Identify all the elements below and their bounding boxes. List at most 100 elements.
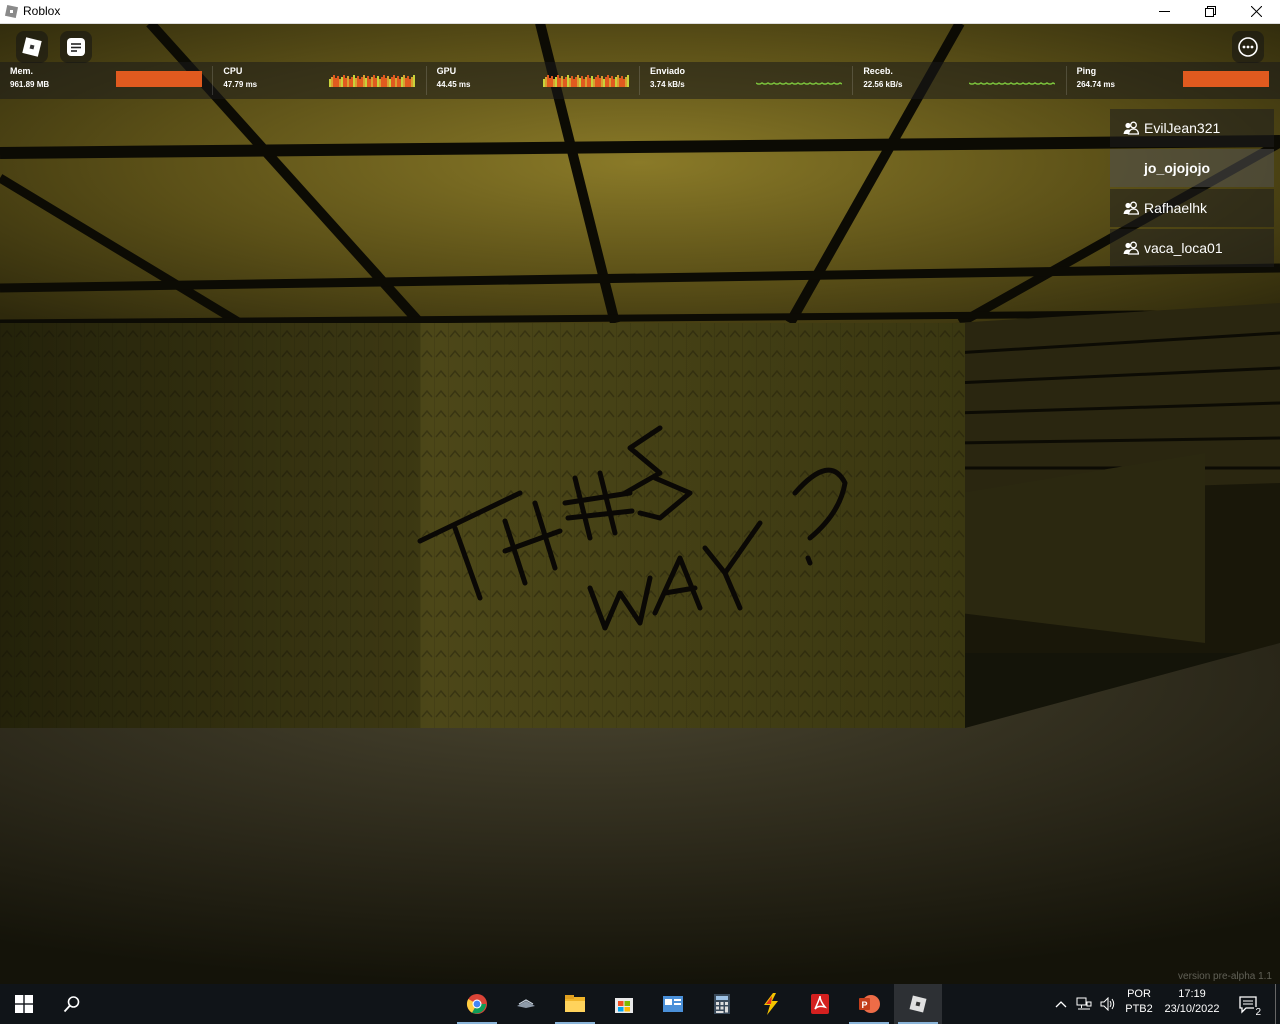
- stat-graph-bar: [375, 78, 378, 87]
- taskbar-app-acrobat[interactable]: [796, 984, 844, 1024]
- stat-graph-bar: [343, 75, 346, 87]
- stat-graph-bar: [373, 75, 376, 87]
- taskbar-app-calculator[interactable]: [698, 984, 746, 1024]
- chat-icon: [67, 38, 85, 56]
- roblox-logo-icon: [22, 37, 42, 57]
- stat-graph-bar: [592, 79, 595, 87]
- stat-value: 44.45 ms: [436, 80, 471, 89]
- stat-graph-bar: [570, 76, 573, 87]
- stat-graph-bar: [544, 77, 547, 87]
- powerpoint-icon: P: [859, 995, 880, 1013]
- stat-graph-bar: [558, 78, 561, 87]
- stat-graph-fill: [116, 71, 202, 87]
- stat-graph-bar: [604, 77, 607, 87]
- chevron-up-icon: [1055, 1001, 1067, 1008]
- clock-date: 23/10/2022: [1164, 1003, 1220, 1015]
- stat-graph-bar: [608, 78, 611, 87]
- stat-graph-bar: [622, 79, 625, 87]
- stat-graph-bar: [385, 78, 388, 87]
- chat-button[interactable]: [60, 31, 92, 63]
- stat-mem: Mem. 961.89 MB: [0, 62, 214, 99]
- stat-graph-fill: [1182, 71, 1269, 87]
- stat-graph: [969, 82, 1056, 85]
- stat-graph-bar: [580, 76, 583, 87]
- player-name: EvilJean321: [1144, 120, 1221, 136]
- stat-graph-bar: [413, 75, 416, 87]
- stat-graph-bar: [389, 79, 392, 87]
- player-row[interactable]: EvilJean321: [1110, 109, 1274, 147]
- taskbar-app-control-panel[interactable]: [649, 984, 697, 1024]
- friend-icon: [1123, 201, 1139, 215]
- taskbar-app-flash[interactable]: [747, 984, 795, 1024]
- taskbar-app-window-manager[interactable]: [502, 984, 550, 1024]
- language-indicator[interactable]: POR PTB2: [1124, 988, 1154, 1015]
- close-button[interactable]: [1233, 0, 1279, 23]
- stat-graph-bar: [347, 76, 350, 87]
- stat-graph-bar: [594, 77, 597, 87]
- stat-graph-bar: [405, 78, 408, 87]
- start-button[interactable]: [0, 984, 48, 1024]
- stat-graph-bar: [574, 77, 577, 87]
- stat-graph-bar: [357, 76, 360, 87]
- taskbar-app-microsoft-store[interactable]: [600, 984, 648, 1024]
- player-icon-placeholder: [1123, 161, 1139, 175]
- friend-icon: [1123, 241, 1139, 255]
- stat-label: GPU: [436, 66, 457, 76]
- search-button[interactable]: [48, 984, 96, 1024]
- stat-graph: [755, 82, 842, 85]
- stat-value: 47.79 ms: [223, 80, 258, 89]
- stat-graph-bar: [606, 75, 609, 87]
- network-button[interactable]: [1076, 996, 1092, 1012]
- stat-graph-bar: [614, 77, 617, 87]
- stat-gpu: GPU 44.45 ms: [427, 62, 640, 99]
- player-row[interactable]: vaca_loca01: [1110, 229, 1274, 267]
- stat-graph-bar: [610, 76, 613, 87]
- stat-value: 22.56 kB/s: [863, 80, 903, 89]
- stat-graph-bar: [564, 77, 567, 87]
- minimize-button[interactable]: [1141, 0, 1187, 23]
- taskbar-app-powerpoint[interactable]: P: [845, 984, 893, 1024]
- volume-button[interactable]: [1100, 996, 1116, 1012]
- stat-graph-bar: [616, 75, 619, 87]
- stat-graph-bar: [363, 75, 366, 87]
- roblox-menu-button[interactable]: [16, 31, 48, 63]
- stat-graph-bar: [598, 78, 601, 87]
- stat-graph-bar: [399, 79, 402, 87]
- version-label: version pre-alpha 1.1: [1178, 971, 1272, 982]
- file-explorer-icon: [565, 995, 585, 1012]
- notification-center-button[interactable]: 2: [1238, 994, 1262, 1018]
- stat-graph-line: [969, 82, 1056, 85]
- player-row[interactable]: Rafhaelhk: [1110, 189, 1274, 227]
- stat-graph-bar: [407, 76, 410, 87]
- windows-start-icon: [15, 995, 33, 1013]
- stat-graph-bar: [584, 77, 587, 87]
- player-name: Rafhaelhk: [1144, 200, 1208, 216]
- chrome-icon: [466, 994, 487, 1014]
- language-code: POR: [1127, 988, 1151, 1000]
- stat-value: 264.74 ms: [1076, 80, 1115, 89]
- player-row[interactable]: jo_ojojojo: [1110, 149, 1274, 187]
- stat-label: Receb.: [863, 66, 893, 76]
- player-name: jo_ojojojo: [1144, 160, 1211, 176]
- show-hidden-icons-button[interactable]: [1053, 996, 1069, 1012]
- stat-value: 961.89 MB: [10, 80, 50, 89]
- taskbar-app-chrome[interactable]: [453, 984, 501, 1024]
- clock[interactable]: 17:19 23/10/2022: [1158, 988, 1226, 1015]
- stat-graph-bar: [329, 79, 332, 87]
- taskbar-app-file-explorer[interactable]: [551, 984, 599, 1024]
- restore-button[interactable]: [1187, 0, 1233, 23]
- svg-text:P: P: [862, 1000, 868, 1010]
- taskbar-app-roblox[interactable]: [894, 984, 942, 1024]
- game-viewport[interactable]: Mem. 961.89 MB CPU 47.79 ms GPU 44.45 ms Envia…: [0, 23, 1280, 984]
- stat-graph-bar: [554, 77, 557, 87]
- show-desktop-button[interactable]: [1275, 984, 1276, 1024]
- stat-label: Ping: [1076, 66, 1097, 76]
- flash-icon: [764, 993, 778, 1015]
- stat-graph-bar: [377, 76, 380, 87]
- calculator-icon: [714, 994, 730, 1014]
- stat-graph-bar: [397, 76, 400, 87]
- window-manager-icon: [517, 999, 535, 1008]
- stat-graph-bar: [409, 79, 412, 87]
- more-options-button[interactable]: [1232, 31, 1264, 63]
- stat-graph-bar: [351, 77, 354, 87]
